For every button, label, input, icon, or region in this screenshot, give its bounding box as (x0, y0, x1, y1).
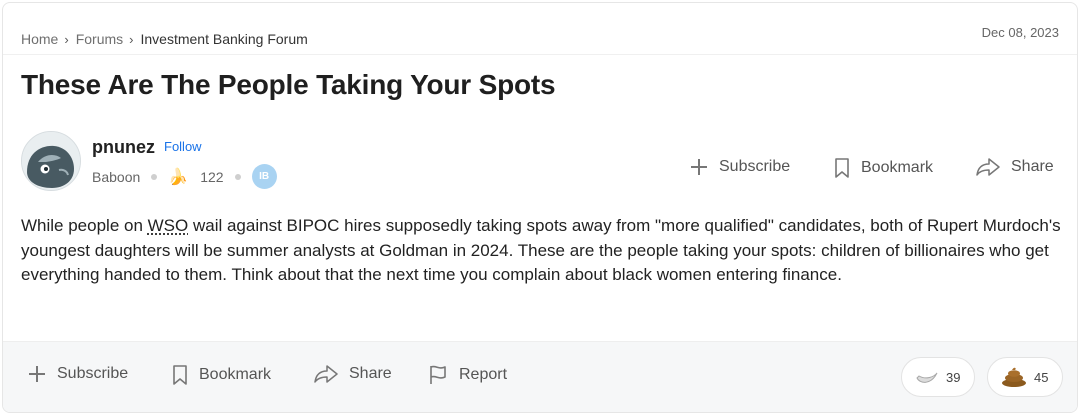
post-body: While people on WSO wail against BIPOC h… (21, 214, 1061, 288)
breadcrumb-current[interactable]: Investment Banking Forum (141, 31, 308, 47)
monkey-avatar-icon (22, 132, 80, 190)
monkey-poo-count: 45 (1034, 369, 1049, 385)
share-icon (976, 158, 1000, 176)
author-rank: Baboon (92, 168, 141, 185)
author-meta: Baboon 🍌 122 IB (92, 164, 277, 189)
silver-banana-count: 39 (946, 369, 961, 385)
plus-icon (29, 366, 45, 382)
footer-bookmark-button[interactable]: Bookmark (171, 364, 271, 386)
subscribe-label: Subscribe (57, 365, 129, 382)
separator-dot (234, 173, 241, 180)
follow-button[interactable]: Follow (164, 139, 202, 154)
chevron-right-icon: › (129, 31, 134, 47)
report-label: Report (459, 366, 508, 383)
share-label: Share (1011, 158, 1054, 175)
silver-banana-icon (916, 372, 938, 383)
subscribe-label: Subscribe (719, 158, 791, 175)
report-button[interactable]: Report (427, 364, 507, 386)
subscribe-button[interactable]: Subscribe (689, 157, 790, 177)
breadcrumb-home[interactable]: Home (21, 31, 58, 47)
ib-badge: IB (251, 164, 277, 189)
bookmark-icon (173, 365, 187, 385)
silver-banana-reaction[interactable]: 39 (901, 357, 975, 397)
share-icon (314, 365, 338, 383)
wso-link[interactable]: WSO (148, 216, 189, 235)
share-button[interactable]: Share (975, 157, 1054, 177)
monkey-poo-reaction[interactable]: 45 (987, 357, 1063, 397)
footer-subscribe-button[interactable]: Subscribe (27, 364, 128, 384)
post-card: Home › Forums › Investment Banking Forum… (2, 2, 1078, 413)
bookmark-label: Bookmark (861, 159, 934, 176)
bookmark-button[interactable]: Bookmark (833, 157, 933, 179)
chevron-right-icon: › (64, 31, 69, 47)
breadcrumb-forums[interactable]: Forums (76, 31, 123, 47)
page-title: These Are The People Taking Your Spots (21, 69, 556, 100)
monkey-poo-icon (1002, 367, 1026, 387)
avatar[interactable] (21, 131, 81, 191)
post-date: Dec 08, 2023 (981, 25, 1059, 40)
bookmark-icon (835, 158, 849, 178)
separator-dot (151, 173, 158, 180)
plus-icon (691, 159, 707, 175)
bookmark-label: Bookmark (199, 366, 272, 383)
share-label: Share (349, 365, 392, 382)
flag-icon (430, 365, 446, 384)
divider (3, 54, 1077, 55)
post-footer: Subscribe Bookmark Share Report 39 45 (3, 341, 1077, 412)
breadcrumb: Home › Forums › Investment Banking Forum (21, 31, 308, 47)
author-name[interactable]: pnunez (92, 137, 155, 158)
banana-count: 122 (200, 168, 224, 185)
banana-icon: 🍌 (168, 168, 189, 186)
post-text-part: While people on (21, 216, 148, 235)
footer-share-button[interactable]: Share (313, 364, 392, 384)
